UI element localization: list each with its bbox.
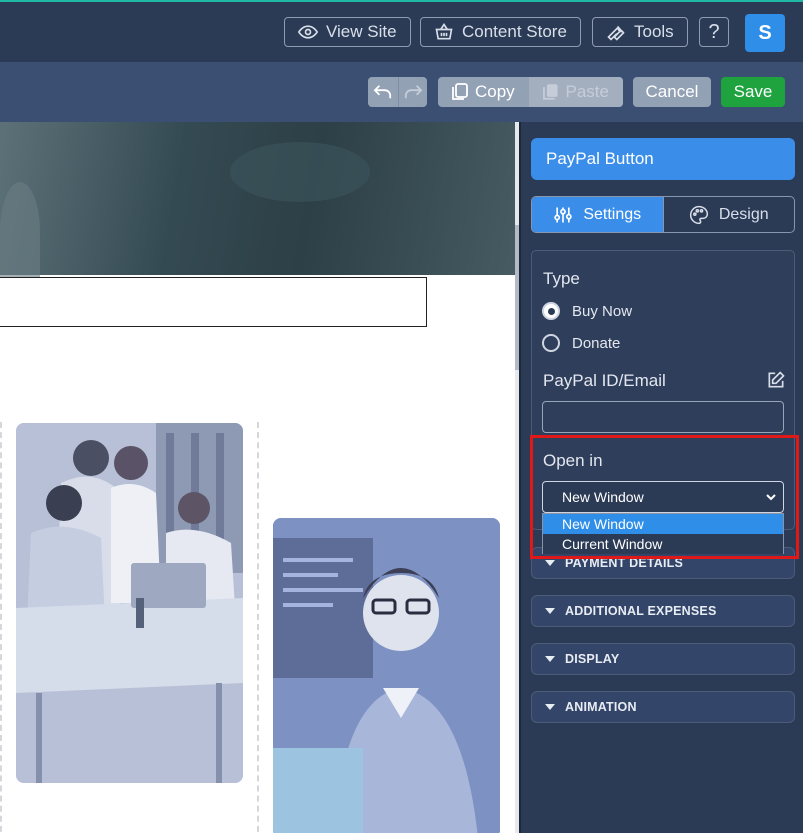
help-button[interactable]: ?	[699, 17, 729, 47]
option-current-window[interactable]: Current Window	[543, 534, 783, 554]
tab-settings[interactable]: Settings	[532, 197, 663, 232]
option-new-window[interactable]: New Window	[543, 514, 783, 534]
caret-down-icon	[545, 704, 555, 710]
view-site-label: View Site	[326, 22, 397, 41]
wrench-icon	[607, 25, 625, 41]
redo-icon	[404, 85, 423, 99]
section-additional-expenses-label: ADDITIONAL EXPENSES	[565, 604, 717, 618]
open-in-select[interactable]: New Window	[542, 481, 784, 513]
user-avatar[interactable]: S	[745, 14, 785, 52]
basket-icon	[435, 22, 453, 40]
tab-design-label: Design	[718, 205, 769, 223]
section-additional-expenses[interactable]: ADDITIONAL EXPENSES	[531, 595, 795, 627]
section-payment-details-label: PAYMENT DETAILS	[565, 556, 684, 570]
undo-icon	[373, 85, 391, 99]
tools-label: Tools	[634, 22, 674, 41]
avatar-letter: S	[758, 21, 772, 44]
caret-down-icon	[545, 608, 555, 614]
save-label: Save	[733, 82, 773, 101]
hero-image[interactable]	[0, 122, 515, 282]
paste-icon	[543, 84, 558, 100]
tab-settings-label: Settings	[583, 205, 642, 223]
redo-button[interactable]	[397, 77, 428, 107]
copy-button[interactable]: Copy	[438, 77, 529, 107]
open-in-dropdown-list: New Window Current Window	[542, 513, 784, 554]
hero-shape	[230, 142, 370, 202]
paypal-id-label: PayPal ID/Email	[543, 371, 666, 390]
content-store-label: Content Store	[462, 22, 567, 41]
content-store-button[interactable]: Content Store	[420, 17, 581, 47]
buy-now-label[interactable]: Buy Now	[572, 303, 632, 320]
type-label: Type	[543, 269, 580, 288]
settings-section: Type Buy Now Donate PayPal ID/Email Open…	[531, 250, 795, 530]
page-canvas[interactable]	[0, 122, 515, 833]
hero-shape	[0, 182, 40, 282]
cancel-button[interactable]: Cancel	[633, 77, 711, 107]
open-in-label: Open in	[543, 451, 603, 470]
copy-paste-group: Copy Paste	[438, 77, 623, 107]
paste-button[interactable]: Paste	[529, 77, 623, 107]
chevron-down-icon	[766, 494, 776, 501]
team-photo[interactable]	[16, 423, 243, 783]
caret-down-icon	[545, 656, 555, 662]
undo-button[interactable]	[368, 77, 398, 107]
panel-tabs: Settings Design	[531, 196, 795, 233]
eye-icon	[298, 25, 318, 39]
save-button[interactable]: Save	[721, 77, 785, 107]
panel-title-text: PayPal Button	[546, 149, 654, 168]
column-divider	[257, 422, 259, 833]
edit-icon[interactable]	[766, 370, 786, 390]
view-site-button[interactable]: View Site	[284, 17, 411, 47]
section-animation[interactable]: ANIMATION	[531, 691, 795, 723]
portrait-illustration	[273, 518, 500, 833]
paste-label: Paste	[565, 82, 609, 101]
section-animation-label: ANIMATION	[565, 700, 637, 714]
copy-icon	[452, 83, 468, 100]
section-display-label: DISPLAY	[565, 652, 620, 666]
help-label: ?	[708, 20, 720, 43]
palette-icon	[689, 205, 708, 224]
properties-panel: PayPal Button Settings Design Type Buy N…	[521, 122, 803, 833]
section-display[interactable]: DISPLAY	[531, 643, 795, 675]
radio-buy-now[interactable]	[542, 302, 560, 320]
radio-donate[interactable]	[542, 334, 560, 352]
portrait-photo[interactable]	[273, 518, 500, 833]
top-bar: View Site Content Store Tools ? S	[0, 0, 803, 62]
column-divider	[0, 422, 2, 833]
open-in-selected-value: New Window	[562, 489, 644, 505]
undo-redo-group	[368, 77, 427, 107]
caret-down-icon	[545, 560, 555, 566]
cancel-label: Cancel	[645, 82, 699, 101]
donate-label[interactable]: Donate	[572, 335, 620, 352]
tools-button[interactable]: Tools	[592, 17, 688, 47]
copy-label: Copy	[475, 82, 515, 101]
sliders-icon	[554, 207, 573, 222]
editor-toolbar: Copy Paste Cancel Save	[0, 62, 803, 122]
team-meeting-illustration	[16, 423, 243, 783]
panel-title: PayPal Button	[531, 138, 795, 180]
paypal-id-input[interactable]	[542, 401, 784, 433]
tab-design[interactable]: Design	[662, 197, 795, 232]
text-block[interactable]	[0, 277, 427, 327]
